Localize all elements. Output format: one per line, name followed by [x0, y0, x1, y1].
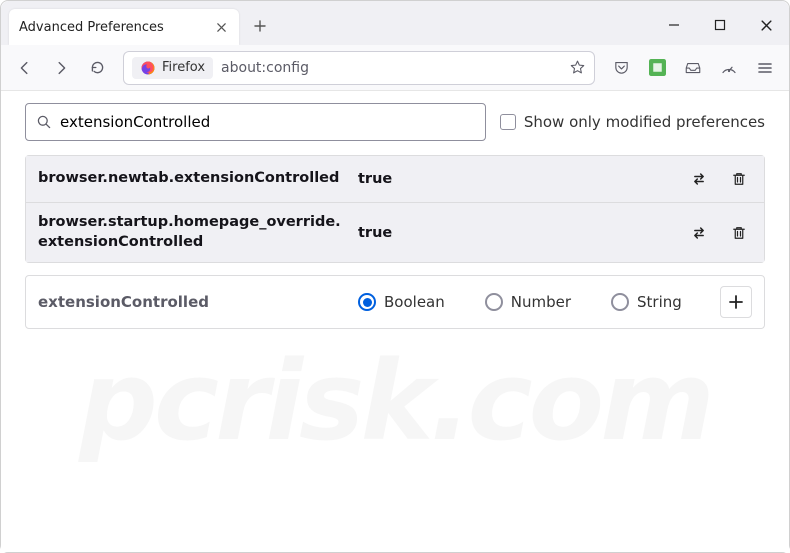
watermark-text: pcrisk.com [79, 355, 711, 449]
preferences-table: browser.newtab.extensionControlled true … [25, 155, 765, 263]
radio-boolean[interactable]: Boolean [358, 293, 445, 311]
radio-label: Boolean [384, 293, 445, 311]
forward-button[interactable] [45, 52, 77, 84]
gauge-icon[interactable] [713, 52, 745, 84]
radio-label: Number [511, 293, 571, 311]
type-radio-group: Boolean Number String [358, 293, 712, 311]
close-tab-icon[interactable] [213, 19, 229, 35]
radio-icon [358, 293, 376, 311]
tab-active[interactable]: Advanced Preferences [9, 9, 239, 45]
new-tab-button[interactable] [245, 11, 275, 41]
about-config-content: Show only modified preferences browser.n… [1, 91, 789, 552]
firefox-logo-icon [140, 60, 156, 76]
minimize-button[interactable] [651, 5, 697, 45]
new-preference-row: extensionControlled Boolean Number Strin… [25, 275, 765, 329]
checkbox-icon [500, 114, 516, 130]
extension-icon[interactable] [641, 52, 673, 84]
browser-window: Advanced Preferences [0, 0, 790, 553]
radio-icon [611, 293, 629, 311]
preference-value: true [358, 225, 686, 241]
bookmark-star-icon[interactable] [569, 59, 586, 76]
close-window-button[interactable] [743, 5, 789, 45]
radio-label: String [637, 293, 682, 311]
identity-label: Firefox [162, 60, 205, 75]
preference-row[interactable]: browser.startup.homepage_override.extens… [26, 202, 764, 262]
maximize-button[interactable] [697, 5, 743, 45]
radio-icon [485, 293, 503, 311]
toolbar-right-icons [605, 52, 781, 84]
preference-row[interactable]: browser.newtab.extensionControlled true [26, 156, 764, 202]
inbox-icon[interactable] [677, 52, 709, 84]
pocket-icon[interactable] [605, 52, 637, 84]
preference-name: browser.startup.homepage_override.extens… [38, 213, 358, 252]
url-bar[interactable]: Firefox about:config [123, 51, 595, 85]
search-box[interactable] [25, 103, 486, 141]
preference-value: true [358, 171, 686, 187]
identity-pill[interactable]: Firefox [132, 57, 213, 79]
add-preference-button[interactable] [720, 286, 752, 318]
toggle-icon[interactable] [686, 220, 712, 246]
toggle-icon[interactable] [686, 166, 712, 192]
search-row: Show only modified preferences [25, 103, 765, 141]
url-text: about:config [221, 60, 561, 76]
back-button[interactable] [9, 52, 41, 84]
delete-icon[interactable] [726, 166, 752, 192]
search-icon [36, 114, 52, 130]
row-actions [686, 220, 752, 246]
show-modified-label: Show only modified preferences [524, 113, 765, 131]
delete-icon[interactable] [726, 220, 752, 246]
app-menu-button[interactable] [749, 52, 781, 84]
new-preference-name: extensionControlled [38, 293, 358, 311]
toolbar: Firefox about:config [1, 45, 789, 91]
row-actions [686, 166, 752, 192]
tab-title: Advanced Preferences [19, 20, 205, 35]
preference-name: browser.newtab.extensionControlled [38, 169, 358, 189]
window-controls [651, 5, 789, 45]
show-modified-checkbox[interactable]: Show only modified preferences [500, 113, 765, 131]
search-input[interactable] [60, 113, 475, 131]
radio-number[interactable]: Number [485, 293, 571, 311]
radio-string[interactable]: String [611, 293, 682, 311]
tab-strip: Advanced Preferences [1, 1, 651, 45]
title-bar: Advanced Preferences [1, 1, 789, 45]
reload-button[interactable] [81, 52, 113, 84]
